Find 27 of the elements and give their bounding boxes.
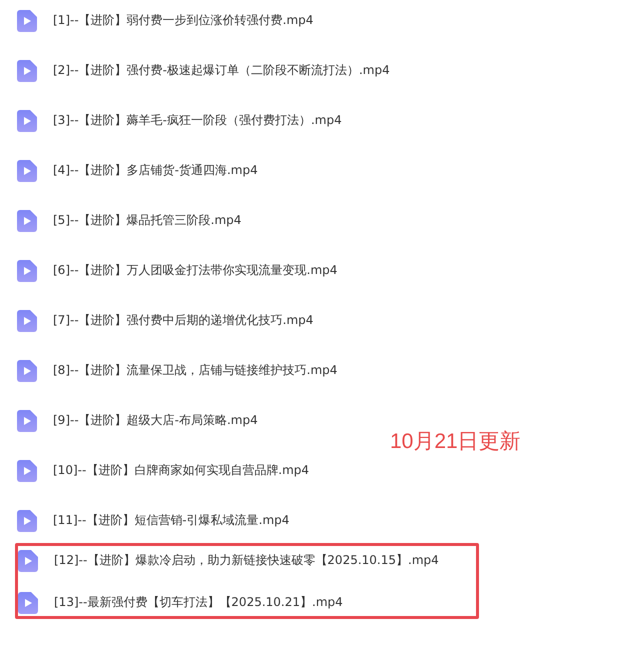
video-file-icon (17, 360, 37, 382)
update-note: 10月21日更新 (390, 429, 521, 455)
video-file-icon (17, 410, 37, 432)
video-file-icon (18, 550, 38, 572)
video-file-icon (17, 160, 37, 182)
video-file-icon (17, 310, 37, 332)
file-name[interactable]: [5]--【进阶】爆品托管三阶段.mp4 (53, 210, 242, 230)
file-name[interactable]: [9]--【进阶】超级大店-布局策略.mp4 (53, 410, 258, 430)
file-name[interactable]: [6]--【进阶】万人团吸金打法带你实现流量变现.mp4 (53, 260, 338, 280)
video-file-icon (17, 60, 37, 82)
file-name[interactable]: [8]--【进阶】流量保卫战，店铺与链接维护技巧.mp4 (53, 360, 338, 380)
video-file-icon (17, 260, 37, 282)
video-file-icon (17, 210, 37, 232)
video-file-icon (18, 592, 38, 614)
file-name[interactable]: [13]--最新强付费【切车打法】【2025.10.21】.mp4 (54, 592, 343, 612)
file-name[interactable]: [3]--【进阶】薅羊毛-疯狂一阶段（强付费打法）.mp4 (53, 110, 342, 130)
file-name[interactable]: [2]--【进阶】强付费-极速起爆订单（二阶段不断流打法）.mp4 (53, 60, 390, 80)
video-file-icon (17, 110, 37, 132)
file-name[interactable]: [10]--【进阶】白牌商家如何实现自营品牌.mp4 (53, 460, 310, 480)
file-name[interactable]: [11]--【进阶】短信营销-引爆私域流量.mp4 (53, 510, 290, 530)
file-name[interactable]: [12]--【进阶】爆款冷启动，助力新链接快速破零【2025.10.15】.mp4 (54, 550, 439, 570)
file-name[interactable]: [1]--【进阶】弱付费一步到位涨价转强付费.mp4 (53, 10, 314, 30)
video-file-icon (17, 510, 37, 532)
file-name[interactable]: [4]--【进阶】多店铺货-货通四海.mp4 (53, 160, 258, 180)
video-file-icon (17, 10, 37, 32)
video-file-icon (17, 460, 37, 482)
file-name[interactable]: [7]--【进阶】强付费中后期的递增优化技巧.mp4 (53, 310, 314, 330)
